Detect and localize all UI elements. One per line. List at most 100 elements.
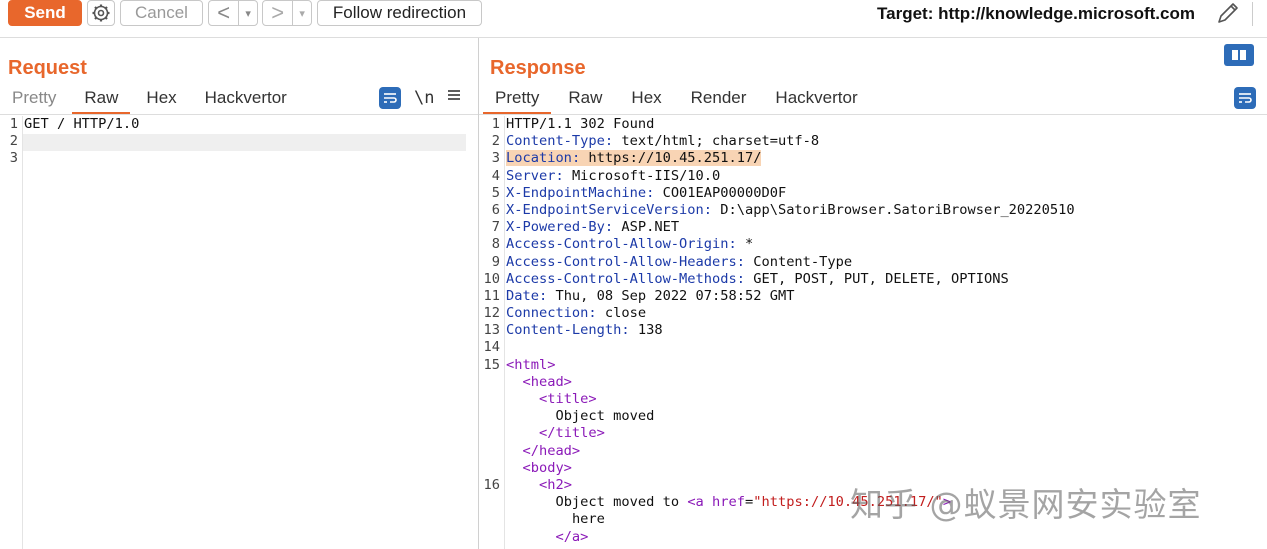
request-editor[interactable]: 1 GET / HTTP/1.0 2 3 (0, 116, 140, 168)
line-content: X-Powered-By: ASP.NET (500, 219, 679, 236)
html-text (704, 494, 712, 510)
response-tab-render[interactable]: Render (691, 88, 747, 112)
line-number: 6 (491, 201, 500, 218)
follow-redirection-button[interactable]: Follow redirection (317, 0, 482, 26)
line-content: Content-Length: 138 (500, 322, 663, 339)
wrap-icon (1239, 93, 1252, 103)
line-number: 4 (491, 167, 500, 184)
line-number: 1 (491, 116, 500, 132)
back-history-dropdown[interactable]: ▾ (239, 1, 257, 25)
line-number: 5 (491, 184, 500, 201)
html-tag: <body> (522, 459, 572, 476)
html-tag: <head> (522, 373, 572, 390)
html-tag: </a> (555, 528, 589, 545)
back-button[interactable]: < (209, 0, 240, 25)
request-menu-button[interactable] (446, 87, 462, 108)
request-tabs-border (0, 114, 478, 115)
cancel-button[interactable]: Cancel (120, 0, 203, 26)
edit-target-button[interactable] (1214, 0, 1242, 26)
line-number (480, 529, 500, 546)
header-value: * (744, 236, 754, 253)
forward-history-dropdown[interactable]: ▾ (293, 1, 311, 25)
header-name: Access-Control-Allow-Headers (506, 253, 737, 270)
response-tab-raw[interactable]: Raw (568, 88, 602, 112)
request-tab-pretty[interactable]: Pretty (12, 88, 56, 112)
response-tab-hex[interactable]: Hex (631, 88, 661, 112)
response-body-line: </a> (480, 529, 1075, 546)
line-content: </title> (500, 425, 605, 442)
forward-button[interactable]: > (263, 0, 294, 25)
line-number (480, 443, 500, 460)
wrap-icon (384, 93, 397, 103)
header-separator: : (736, 253, 754, 270)
line-content: Server: Microsoft-IIS/10.0 (500, 168, 720, 185)
response-tab-hackvertor[interactable]: Hackvertor (775, 88, 857, 112)
request-gutter-border (22, 116, 23, 549)
header-value: Thu, 08 Sep 2022 07:58:52 GMT (555, 287, 795, 304)
request-tab-hackvertor[interactable]: Hackvertor (205, 88, 287, 112)
line-content: <body> (500, 459, 572, 477)
line-number: 14 (483, 339, 500, 356)
html-tag: <a (687, 494, 704, 511)
header-name: Content-Type (506, 133, 605, 150)
header-separator: : (728, 236, 745, 253)
html-tag: </head> (522, 442, 581, 459)
response-header-line: 12 Connection: close (480, 305, 1075, 322)
line-content: HTTP/1.1 302 Found (500, 116, 654, 133)
line-number: 1 (9, 116, 18, 132)
header-value: CO01EAP00000D0F (662, 184, 787, 201)
header-separator: : (571, 150, 589, 167)
line-content: <head> (500, 373, 572, 391)
header-separator: : (538, 287, 556, 304)
line-text: GET / HTTP/1.0 (24, 116, 140, 132)
header-name: X-EndpointMachine (506, 184, 647, 201)
layout-toggle-icon (1232, 50, 1246, 60)
layout-toggle-button[interactable] (1224, 44, 1254, 66)
line-content: </head> (500, 443, 580, 460)
line-content: <html> (500, 357, 555, 374)
line-number: 2 (9, 133, 18, 150)
header-value: close (604, 305, 647, 322)
response-header-line: 11 Date: Thu, 08 Sep 2022 07:58:52 GMT (480, 288, 1075, 305)
send-button[interactable]: Send (8, 0, 82, 26)
menu-icon (448, 90, 460, 100)
response-body-line: <body> (480, 460, 1075, 477)
line-number: 2 (491, 133, 500, 150)
request-tab-hex[interactable]: Hex (146, 88, 176, 112)
response-tab-pretty[interactable]: Pretty (482, 88, 552, 114)
response-tabs-border (479, 114, 1267, 115)
request-tab-raw[interactable]: Raw (72, 88, 131, 114)
line-content: X-EndpointMachine: CO01EAP00000D0F (500, 185, 786, 202)
header-value: Microsoft-IIS/10.0 (571, 167, 721, 184)
line-number: 3 (9, 150, 18, 167)
pencil-icon (1218, 3, 1238, 23)
html-tag: <title> (538, 391, 597, 407)
response-wrap-button[interactable] (1234, 87, 1256, 109)
header-value: HTTP/1.1 302 Found (506, 116, 655, 132)
request-line: 2 (0, 133, 139, 150)
response-header-line: 9 Access-Control-Allow-Headers: Content-T… (480, 254, 1075, 271)
header-name: Access-Control-Allow-Origin (506, 236, 729, 253)
newline-toggle[interactable]: \n (414, 88, 434, 108)
response-body-line: </title> (480, 425, 1075, 442)
response-header-line: 4 Server: Microsoft-IIS/10.0 (480, 168, 1075, 185)
line-number (480, 511, 500, 528)
line-number: 15 (483, 356, 500, 373)
header-separator: : (703, 201, 721, 218)
settings-button[interactable] (87, 0, 115, 26)
response-body-line: </head> (480, 443, 1075, 460)
line-content: Access-Control-Allow-Origin: * (500, 236, 753, 253)
html-tag: <html> (506, 356, 556, 373)
response-header-line: 3 Location: https://10.45.251.17/ (480, 150, 1075, 167)
watermark: 知乎 @蚁景网安实验室 (850, 485, 1202, 524)
request-wrap-button[interactable] (379, 87, 401, 109)
line-number (480, 374, 500, 391)
